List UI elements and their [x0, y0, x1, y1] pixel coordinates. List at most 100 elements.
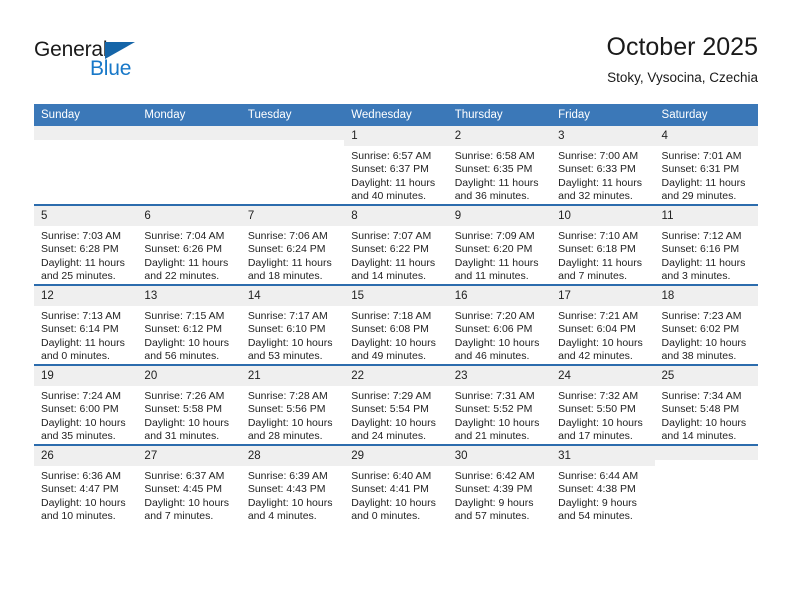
daylight-text-line1: Daylight: 10 hours	[247, 416, 333, 429]
calendar-day-cell[interactable]: 15 Sunrise: 7:18 AM Sunset: 6:08 PM Dayligh…	[344, 284, 448, 365]
calendar-day-cell[interactable]: 17 Sunrise: 7:21 AM Sunset: 6:04 PM Dayligh…	[551, 284, 655, 365]
sunset-text: Sunset: 6:10 PM	[247, 323, 326, 336]
daylight-text-line1: Daylight: 11 hours	[144, 256, 229, 269]
calendar-header-row: Sunday Monday Tuesday Wednesday Thursday…	[34, 104, 758, 126]
calendar-day-cell[interactable]: 23 Sunrise: 7:31 AM Sunset: 5:52 PM Dayligh…	[447, 364, 552, 445]
calendar-day-cell[interactable]: 13 Sunrise: 7:15 AM Sunset: 6:12 PM Dayligh…	[137, 284, 241, 365]
calendar-day-cell[interactable]: 4 Sunrise: 7:01 AM Sunset: 6:31 PM Daylight…	[654, 126, 758, 205]
sunset-text: Sunset: 5:58 PM	[144, 403, 223, 416]
sunset-text: Sunset: 5:50 PM	[558, 403, 636, 416]
calendar-week-row: 26 Sunrise: 6:36 AM Sunset: 4:47 PM Dayligh…	[34, 444, 758, 524]
calendar-cell-empty	[34, 126, 138, 205]
calendar-day-cell[interactable]: 26 Sunrise: 6:36 AM Sunset: 4:47 PM Dayligh…	[34, 444, 138, 524]
day-number: 15	[344, 286, 448, 306]
page-header: General Blue October 2025 Stoky, Vysocin…	[0, 0, 792, 100]
calendar-day-cell[interactable]: 14 Sunrise: 7:17 AM Sunset: 6:10 PM Dayligh…	[240, 284, 345, 365]
calendar-day-cell[interactable]: 10 Sunrise: 7:10 AM Sunset: 6:18 PM Dayligh…	[551, 204, 655, 285]
daylight-text-line2: and 21 minutes.	[454, 430, 530, 443]
daylight-text-line2: and 29 minutes.	[661, 190, 737, 203]
calendar-day-cell[interactable]: 7 Sunrise: 7:06 AM Sunset: 6:24 PM Daylight…	[240, 204, 345, 285]
sunset-text: Sunset: 6:20 PM	[454, 243, 533, 256]
calendar-day-cell[interactable]: 21 Sunrise: 7:28 AM Sunset: 5:56 PM Dayligh…	[240, 364, 345, 445]
daylight-text-line1: Daylight: 10 hours	[351, 416, 436, 429]
daylight-text-line1: Daylight: 10 hours	[247, 336, 333, 349]
day-number: 30	[447, 446, 552, 466]
sunset-text: Sunset: 6:31 PM	[661, 163, 740, 176]
sunset-text: Sunset: 6:35 PM	[454, 163, 533, 176]
sunset-text: Sunset: 6:02 PM	[661, 323, 740, 336]
calendar-day-cell[interactable]: 1 Sunrise: 6:57 AM Sunset: 6:37 PM Daylight…	[344, 126, 448, 205]
sunrise-text: Sunrise: 7:01 AM	[661, 150, 742, 162]
calendar-day-cell[interactable]: 25 Sunrise: 7:34 AM Sunset: 5:48 PM Dayligh…	[654, 364, 758, 445]
daylight-text-line2: and 40 minutes.	[351, 190, 426, 203]
sunrise-text: Sunrise: 7:12 AM	[661, 230, 742, 242]
sunset-text: Sunset: 6:37 PM	[351, 163, 429, 176]
day-number: 8	[344, 206, 448, 226]
day-number: 2	[447, 126, 552, 146]
sunrise-text: Sunrise: 7:23 AM	[661, 310, 742, 322]
day-number	[137, 126, 241, 140]
calendar-day-cell[interactable]: 19 Sunrise: 7:24 AM Sunset: 6:00 PM Dayligh…	[34, 364, 138, 445]
sunrise-text: Sunrise: 7:26 AM	[144, 390, 225, 402]
sunrise-text: Sunrise: 7:00 AM	[558, 150, 639, 162]
day-details: Sunrise: 6:39 AM Sunset: 4:43 PM Daylight:…	[241, 466, 344, 524]
calendar-day-cell[interactable]: 8 Sunrise: 7:07 AM Sunset: 6:22 PM Daylight…	[344, 204, 448, 285]
daylight-text-line1: Daylight: 11 hours	[247, 256, 332, 269]
calendar-day-cell[interactable]: 28 Sunrise: 6:39 AM Sunset: 4:43 PM Dayligh…	[240, 444, 345, 524]
calendar-day-cell[interactable]: 18 Sunrise: 7:23 AM Sunset: 6:02 PM Dayligh…	[654, 284, 758, 365]
daylight-text-line1: Daylight: 10 hours	[454, 416, 540, 429]
calendar-day-cell[interactable]: 31 Sunrise: 6:44 AM Sunset: 4:38 PM Dayligh…	[551, 444, 655, 524]
calendar-day-cell[interactable]: 22 Sunrise: 7:29 AM Sunset: 5:54 PM Dayligh…	[344, 364, 448, 445]
sunset-text: Sunset: 6:22 PM	[351, 243, 429, 256]
weekday-header-friday: Friday	[551, 104, 655, 126]
sunset-text: Sunset: 4:39 PM	[454, 483, 533, 496]
daylight-text-line2: and 28 minutes.	[247, 430, 323, 443]
weekday-header-thursday: Thursday	[447, 104, 552, 126]
sunrise-text: Sunrise: 6:42 AM	[454, 470, 535, 482]
calendar-day-cell[interactable]: 16 Sunrise: 7:20 AM Sunset: 6:06 PM Dayligh…	[447, 284, 552, 365]
day-number: 29	[344, 446, 448, 466]
calendar-day-cell[interactable]: 27 Sunrise: 6:37 AM Sunset: 4:45 PM Dayligh…	[137, 444, 241, 524]
sunset-text: Sunset: 6:18 PM	[558, 243, 636, 256]
calendar-day-cell[interactable]: 6 Sunrise: 7:04 AM Sunset: 6:26 PM Daylight…	[137, 204, 241, 285]
calendar-day-cell[interactable]: 9 Sunrise: 7:09 AM Sunset: 6:20 PM Daylight…	[447, 204, 552, 285]
day-details: Sunrise: 6:37 AM Sunset: 4:45 PM Daylight:…	[137, 466, 240, 524]
daylight-text-line2: and 14 minutes.	[661, 430, 737, 443]
day-number: 22	[344, 366, 448, 386]
calendar-day-cell[interactable]: 20 Sunrise: 7:26 AM Sunset: 5:58 PM Dayligh…	[137, 364, 241, 445]
calendar-day-cell[interactable]: 5 Sunrise: 7:03 AM Sunset: 6:28 PM Daylight…	[34, 204, 138, 285]
day-details: Sunrise: 7:04 AM Sunset: 6:26 PM Daylight:…	[137, 226, 240, 284]
calendar-day-cell[interactable]: 29 Sunrise: 6:40 AM Sunset: 4:41 PM Dayligh…	[344, 444, 448, 524]
sunrise-text: Sunrise: 7:34 AM	[661, 390, 742, 402]
day-details: Sunrise: 7:03 AM Sunset: 6:28 PM Daylight:…	[34, 226, 137, 284]
daylight-text-line1: Daylight: 10 hours	[41, 496, 126, 509]
calendar-day-cell[interactable]: 24 Sunrise: 7:32 AM Sunset: 5:50 PM Dayligh…	[551, 364, 655, 445]
sunrise-text: Sunrise: 7:32 AM	[558, 390, 639, 402]
daylight-text-line2: and 7 minutes.	[558, 270, 627, 283]
day-number	[654, 446, 758, 460]
daylight-text-line2: and 3 minutes.	[661, 270, 731, 283]
day-details: Sunrise: 7:23 AM Sunset: 6:02 PM Daylight:…	[655, 306, 758, 364]
daylight-text-line2: and 36 minutes.	[454, 190, 530, 203]
day-number: 28	[240, 446, 345, 466]
day-number: 19	[34, 366, 138, 386]
calendar-day-cell[interactable]: 11 Sunrise: 7:12 AM Sunset: 6:16 PM Dayligh…	[654, 204, 758, 285]
day-details: Sunrise: 7:13 AM Sunset: 6:14 PM Daylight:…	[34, 306, 137, 364]
day-details: Sunrise: 7:15 AM Sunset: 6:12 PM Daylight:…	[137, 306, 240, 364]
daylight-text-line2: and 17 minutes.	[558, 430, 633, 443]
day-details: Sunrise: 7:12 AM Sunset: 6:16 PM Daylight:…	[655, 226, 758, 284]
calendar-day-cell[interactable]: 30 Sunrise: 6:42 AM Sunset: 4:39 PM Dayligh…	[447, 444, 552, 524]
daylight-text-line2: and 38 minutes.	[661, 350, 737, 363]
logo-text-blue: Blue	[90, 57, 132, 80]
sunrise-text: Sunrise: 7:29 AM	[351, 390, 432, 402]
sunrise-text: Sunrise: 6:40 AM	[351, 470, 432, 482]
day-details: Sunrise: 7:26 AM Sunset: 5:58 PM Daylight:…	[137, 386, 240, 444]
calendar-day-cell[interactable]: 2 Sunrise: 6:58 AM Sunset: 6:35 PM Daylight…	[447, 126, 552, 205]
daylight-text-line1: Daylight: 11 hours	[558, 176, 642, 189]
day-details: Sunrise: 7:24 AM Sunset: 6:00 PM Daylight:…	[34, 386, 137, 444]
sunrise-text: Sunrise: 7:17 AM	[247, 310, 328, 322]
daylight-text-line2: and 4 minutes.	[247, 510, 317, 523]
day-number: 14	[240, 286, 345, 306]
calendar-day-cell[interactable]: 3 Sunrise: 7:00 AM Sunset: 6:33 PM Daylight…	[551, 126, 655, 205]
calendar-day-cell[interactable]: 12 Sunrise: 7:13 AM Sunset: 6:14 PM Dayligh…	[34, 284, 138, 365]
